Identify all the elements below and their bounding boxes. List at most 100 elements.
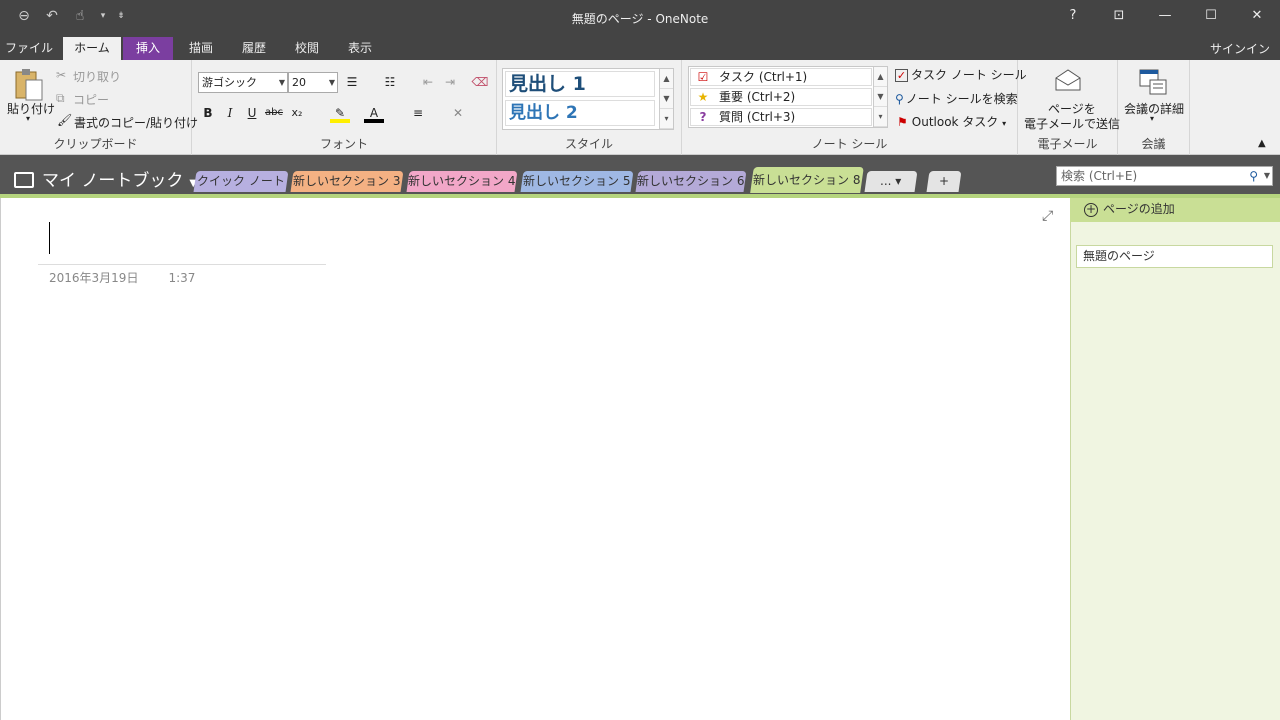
format-painter-button[interactable]: 書式のコピー/貼り付け: [74, 114, 198, 131]
chevron-down-icon: ▼: [278, 78, 285, 87]
notebook-switcher[interactable]: マイ ノートブック ▼: [14, 166, 197, 191]
tag-important[interactable]: ★ 重要 (Ctrl+2): [690, 88, 872, 106]
underline-button[interactable]: U: [242, 103, 262, 123]
tab-file[interactable]: ファイル: [4, 37, 54, 60]
highlight-icon[interactable]: ✎: [330, 103, 350, 123]
expand-icon[interactable]: ⤢: [1042, 208, 1053, 224]
find-tags-button[interactable]: ⚲ ノート シールを検索: [895, 90, 1018, 107]
section-tab-label: 新しいセクション 4: [408, 174, 516, 188]
page-datetime: 2016年3月19日 1:37: [49, 269, 195, 286]
ribbon-tabs: ファイル ホーム 挿入 描画 履歴 校閲 表示 サインイン: [0, 36, 1280, 60]
help-button[interactable]: ?: [1050, 0, 1096, 32]
tags-scroll[interactable]: ▲ ▼ ▾: [873, 67, 887, 127]
tag-question-label: 質問 (Ctrl+3): [719, 110, 796, 124]
more-styles-icon[interactable]: ▾: [660, 109, 673, 129]
section-tab-label: 新しいセクション 3: [293, 174, 401, 188]
section-tab[interactable]: クイック ノート: [193, 171, 289, 192]
numbering-icon[interactable]: ☷: [380, 72, 400, 92]
find-tags-label: ノート シールを検索: [905, 92, 1018, 106]
clear-format-icon[interactable]: ⌫: [470, 72, 490, 92]
chevron-down-icon[interactable]: ▼: [1264, 167, 1270, 185]
pages-panel: [1070, 198, 1280, 720]
copy-button[interactable]: コピー: [73, 91, 109, 108]
section-tab-label: 新しいセクション 5: [523, 174, 631, 188]
scroll-up-icon[interactable]: ▲: [660, 69, 673, 89]
paste-chevron-icon[interactable]: ▾: [26, 114, 30, 123]
paste-button[interactable]: 貼り付け: [7, 100, 55, 117]
section-tab-label: 新しいセクション 8: [753, 173, 861, 187]
search-icon[interactable]: ⚲: [1249, 167, 1258, 185]
page-list-item[interactable]: 無題のページ: [1076, 245, 1273, 268]
tag-task-label: タスク (Ctrl+1): [719, 70, 808, 84]
signin-link[interactable]: サインイン: [1210, 40, 1270, 57]
todo-tag-button[interactable]: ✓ タスク ノート シール: [895, 66, 1027, 83]
search-input[interactable]: 検索 (Ctrl+E) ⚲ ▼: [1056, 166, 1273, 186]
tag-task[interactable]: ☑ タスク (Ctrl+1): [690, 68, 872, 86]
tab-history[interactable]: 履歴: [230, 37, 278, 60]
minimize-button[interactable]: —: [1142, 0, 1188, 32]
scroll-up-icon[interactable]: ▲: [874, 67, 887, 87]
paragraph-align-icon[interactable]: ≡: [408, 103, 428, 123]
more-sections-button[interactable]: ... ▾: [864, 171, 918, 192]
tab-review[interactable]: 校閲: [283, 37, 331, 60]
add-page-button[interactable]: + ページの追加: [1070, 198, 1280, 222]
font-family-select[interactable]: 游ゴシック ▼: [198, 72, 288, 93]
font-group: 游ゴシック ▼ 20 ▼ ☰ ☷ ⇤ ⇥ ⌫ B I U abc x₂ ✎ A ≡ …: [192, 60, 497, 155]
increase-indent-icon[interactable]: ⇥: [440, 72, 460, 92]
meeting-details-icon[interactable]: [1138, 66, 1170, 99]
scroll-down-icon[interactable]: ▼: [874, 87, 887, 107]
chevron-down-icon: ▼: [328, 78, 335, 87]
scroll-down-icon[interactable]: ▼: [660, 89, 673, 109]
email-send-line2[interactable]: 電子メールで送信: [1024, 115, 1120, 132]
delete-icon[interactable]: ✕: [448, 103, 468, 123]
page-title-caret: [49, 222, 50, 254]
checkbox-checked-icon: ✓: [895, 69, 908, 82]
notebook-icon: [14, 172, 34, 188]
font-size-select[interactable]: 20 ▼: [288, 72, 338, 93]
section-tab[interactable]: 新しいセクション 8: [750, 167, 864, 193]
todo-tag-label: タスク ノート シール: [911, 68, 1027, 82]
collapse-ribbon-icon[interactable]: ▲: [1258, 138, 1266, 149]
clipboard-group: 貼り付け ▾ ✂ 切り取り ⧉ コピー 🖌 書式のコピー/貼り付け クリップボー…: [0, 60, 198, 155]
tag-question[interactable]: ? 質問 (Ctrl+3): [690, 108, 872, 126]
strikethrough-button[interactable]: abc: [264, 103, 284, 123]
bullets-icon[interactable]: ☰: [342, 72, 362, 92]
close-button[interactable]: ✕: [1234, 0, 1280, 32]
heading2-style[interactable]: 見出し 2: [505, 100, 655, 126]
tab-insert[interactable]: 挿入: [123, 37, 173, 60]
email-group: ページを 電子メールで送信 電子メール: [1018, 60, 1120, 155]
font-family-value: 游ゴシック: [202, 76, 257, 89]
bold-button[interactable]: B: [198, 103, 218, 123]
section-tab[interactable]: 新しいセクション 5: [520, 171, 634, 192]
chevron-down-icon: ▾: [1002, 119, 1007, 128]
heading1-style[interactable]: 見出し 1: [505, 71, 655, 97]
chevron-down-icon[interactable]: ▾: [1150, 114, 1154, 123]
scissors-icon: ✂: [56, 68, 67, 82]
styles-scroll[interactable]: ▲ ▼ ▾: [659, 69, 673, 129]
font-size-value: 20: [292, 76, 306, 89]
question-icon: ?: [699, 110, 707, 124]
tab-view[interactable]: 表示: [336, 37, 384, 60]
more-tags-icon[interactable]: ▾: [874, 107, 887, 127]
outlook-tasks-label: Outlook タスク: [911, 115, 999, 129]
subscript-button[interactable]: x₂: [287, 103, 307, 123]
decrease-indent-icon[interactable]: ⇤: [418, 72, 438, 92]
section-tab[interactable]: 新しいセクション 3: [290, 171, 404, 192]
outlook-tasks-button[interactable]: ⚑ Outlook タスク ▾: [897, 113, 1006, 130]
maximize-button[interactable]: ☐: [1188, 0, 1234, 32]
font-color-icon[interactable]: A: [364, 103, 384, 123]
page-date: 2016年3月19日: [49, 271, 139, 285]
section-tab[interactable]: 新しいセクション 6: [635, 171, 747, 192]
section-tab[interactable]: 新しいセクション 4: [406, 171, 518, 192]
star-icon: ★: [697, 90, 709, 104]
add-section-button[interactable]: +: [926, 171, 962, 192]
italic-button[interactable]: I: [220, 103, 240, 123]
tags-gallery: ☑ タスク (Ctrl+1) ★ 重要 (Ctrl+2) ? 質問 (Ctrl+3) …: [688, 66, 888, 128]
envelope-icon[interactable]: [1054, 68, 1082, 95]
tab-draw[interactable]: 描画: [177, 37, 225, 60]
ribbon-display-options-button[interactable]: ⊡: [1096, 0, 1142, 32]
tag-important-label: 重要 (Ctrl+2): [719, 90, 796, 104]
tab-home[interactable]: ホーム: [63, 37, 121, 60]
cut-button[interactable]: 切り取り: [73, 68, 121, 85]
section-tab-label: クイック ノート: [197, 174, 285, 188]
